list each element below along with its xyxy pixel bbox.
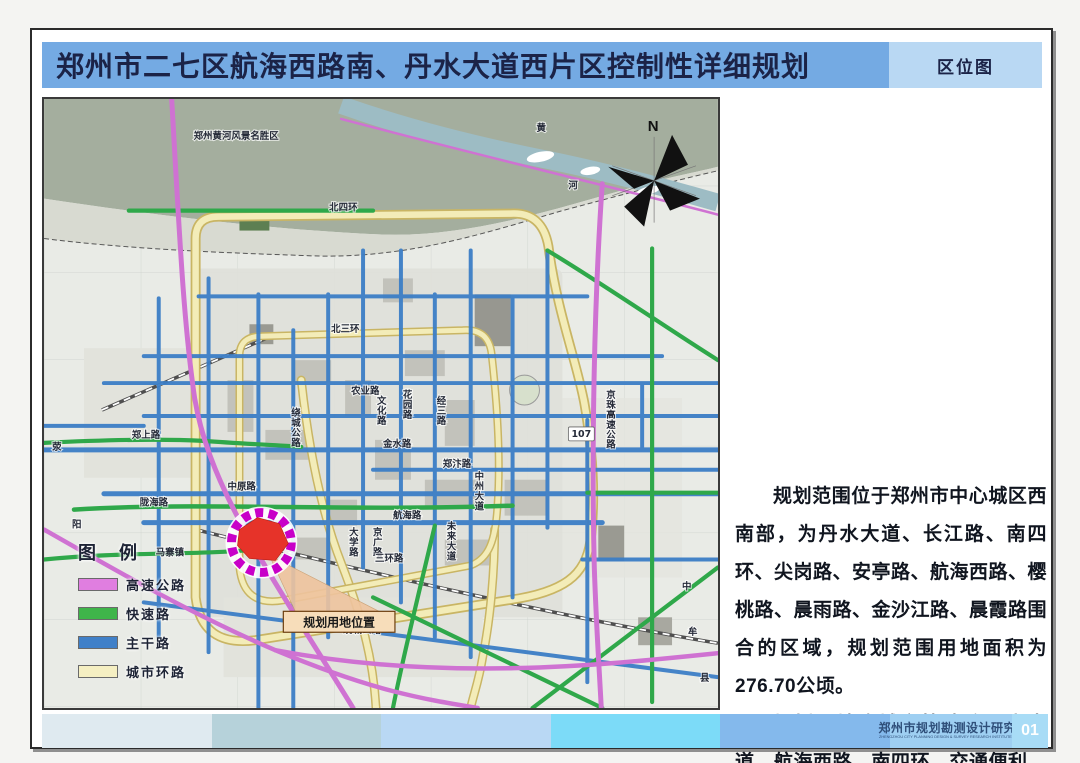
map-label: 金水路 <box>382 438 412 450</box>
page-title: 郑州市二七区航海西路南、丹水大道西片区控制性详细规划 <box>56 45 810 85</box>
legend-item: 快速路 <box>78 604 228 623</box>
institute-name: 郑州市规划勘测设计研究院 ZHENGZHOU CITY PLANNING DES… <box>879 722 1029 740</box>
map-label: 北三环 <box>331 323 360 335</box>
map-label: 花园路 <box>403 389 413 421</box>
plan-sheet: 郑州市二七区航海西路南、丹水大道西片区控制性详细规划 区位图 <box>30 28 1053 749</box>
site-label: 规划用地位置 <box>303 614 375 629</box>
legend-label: 主干路 <box>126 633 171 652</box>
map-legend: 图 例 高速公路快速路主干路城市环路 <box>78 539 228 681</box>
legend-label: 快速路 <box>126 604 171 623</box>
map-label: 文化路 <box>376 395 387 427</box>
legend-swatch <box>78 578 118 591</box>
map-label: 绕城公路 <box>291 407 301 449</box>
location-map: 郑州黄河风景名胜区黄河北四环北三环农业路文化路花园路经三路金水路郑汴路中州大道中… <box>42 97 720 710</box>
map-label: 未来大道 <box>446 521 457 563</box>
map-label: 京珠高速公路 <box>606 389 616 451</box>
map-label: 郑上路 <box>132 429 161 441</box>
legend-item: 城市环路 <box>78 662 228 681</box>
map-label: 阳 <box>72 520 81 531</box>
footer-bar: 郑州市规划勘测设计研究院 ZHENGZHOU CITY PLANNING DES… <box>42 714 1048 748</box>
footer-color-segment <box>42 714 212 748</box>
legend-items: 高速公路快速路主干路城市环路 <box>78 575 228 681</box>
north-label: N <box>648 118 659 135</box>
map-label: 黄 <box>536 122 546 134</box>
footer-color-segment <box>212 714 382 748</box>
map-label: 荥 <box>52 441 62 453</box>
map-label: 经三路 <box>437 395 447 427</box>
map-label: 大学路 <box>349 527 359 559</box>
map-label: 三环路 <box>375 552 404 564</box>
map-label: 郑州黄河风景名胜区 <box>194 130 280 142</box>
institute-name-en: ZHENGZHOU CITY PLANNING DESIGN & SURVEY … <box>879 736 1022 740</box>
footer-color-segment <box>720 714 890 748</box>
location-map-label: 区位图 <box>889 42 1042 88</box>
description-paragraph-1: 规划范围位于郑州市中心城区西南部，为丹水大道、长江路、南四环、尖岗路、安亭路、航… <box>735 478 1047 706</box>
map-label: 牟 <box>688 626 698 638</box>
map-label: 陇海路 <box>140 497 169 509</box>
institute-block: 郑州市规划勘测设计研究院 ZHENGZHOU CITY PLANNING DES… <box>890 714 1012 748</box>
legend-item: 主干路 <box>78 633 228 652</box>
legend-label: 高速公路 <box>126 575 186 594</box>
map-label: 河 <box>568 180 578 192</box>
map-label: 县 <box>700 673 710 684</box>
footer-color-segment <box>381 714 551 748</box>
map-label: 中州大道 <box>474 471 485 513</box>
legend-swatch <box>78 607 118 620</box>
map-label: 农业路 <box>350 385 380 397</box>
legend-swatch <box>78 665 118 678</box>
map-label: 107 <box>571 429 591 440</box>
legend-swatch <box>78 636 118 649</box>
page-stage: 郑州市二七区航海西路南、丹水大道西片区控制性详细规划 区位图 <box>0 0 1080 763</box>
footer-color-strip <box>42 714 890 748</box>
map-label: 中原路 <box>228 481 257 493</box>
map-label: 中 <box>682 580 691 592</box>
map-label: 郑汴路 <box>443 458 472 470</box>
legend-label: 城市环路 <box>126 662 186 681</box>
map-label: 北四环 <box>329 202 358 214</box>
title-bar: 郑州市二七区航海西路南、丹水大道西片区控制性详细规划 <box>42 42 889 88</box>
footer-color-segment <box>551 714 721 748</box>
legend-item: 高速公路 <box>78 575 228 594</box>
page-number: 01 <box>1012 714 1048 748</box>
map-label: 航海路 <box>393 510 422 522</box>
legend-title: 图 例 <box>78 539 228 565</box>
